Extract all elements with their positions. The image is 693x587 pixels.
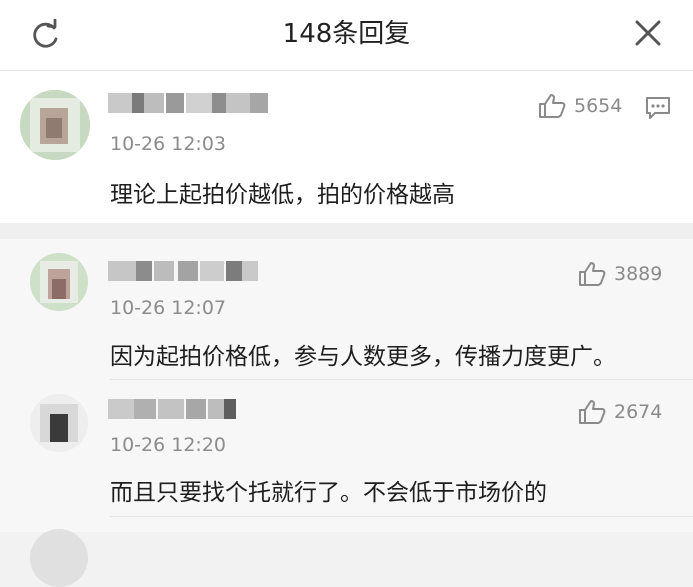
avatar[interactable]: [30, 253, 88, 311]
section-divider: [0, 223, 693, 239]
avatar[interactable]: [30, 529, 88, 587]
reply-text: 因为起拍价格低，参与人数更多，传播力度更广。: [110, 344, 616, 370]
comment-icon: [646, 97, 670, 119]
avatar[interactable]: [20, 90, 90, 160]
reply-button[interactable]: [645, 95, 671, 125]
comment-text: 理论上起拍价越低，拍的价格越高: [110, 182, 455, 208]
like-button[interactable]: 3889: [578, 261, 662, 287]
close-button[interactable]: [628, 16, 668, 52]
reply-list: 10-26 12:07 3889 因为起拍价格低，参与人数更多，传播力度更广。 …: [0, 239, 693, 587]
like-count: 2674: [614, 401, 663, 423]
page-title: 148条回复: [282, 19, 411, 49]
divider: [110, 379, 693, 380]
avatar[interactable]: [30, 394, 88, 452]
username-blurred: [108, 261, 258, 281]
comment-time: 10-26 12:03: [110, 133, 227, 155]
dialog-header: 148条回复: [0, 0, 693, 71]
like-count: 5654: [574, 95, 623, 117]
main-comment: 10-26 12:03 5654 理论上起拍价越低，拍的价格越高: [0, 71, 693, 223]
reply-time: 10-26 12:07: [110, 297, 227, 319]
username-blurred: [108, 399, 236, 419]
avatar-pixelated-image: [30, 394, 88, 452]
avatar-pixelated-image: [30, 253, 88, 311]
thumbs-up-icon: [579, 262, 606, 286]
reply-text: 而且只要找个托就行了。不会低于市场价的: [110, 480, 547, 506]
like-count: 3889: [614, 263, 663, 285]
thumbs-up-icon: [539, 94, 566, 118]
close-icon: [635, 20, 661, 46]
like-button[interactable]: 5654: [538, 93, 622, 119]
username-blurred: [108, 93, 268, 113]
like-button[interactable]: 2674: [578, 399, 662, 425]
divider: [110, 516, 693, 517]
avatar-pixelated-image: [20, 90, 90, 160]
thumbs-up-icon: [579, 400, 606, 424]
reply-time: 10-26 12:20: [110, 434, 227, 456]
